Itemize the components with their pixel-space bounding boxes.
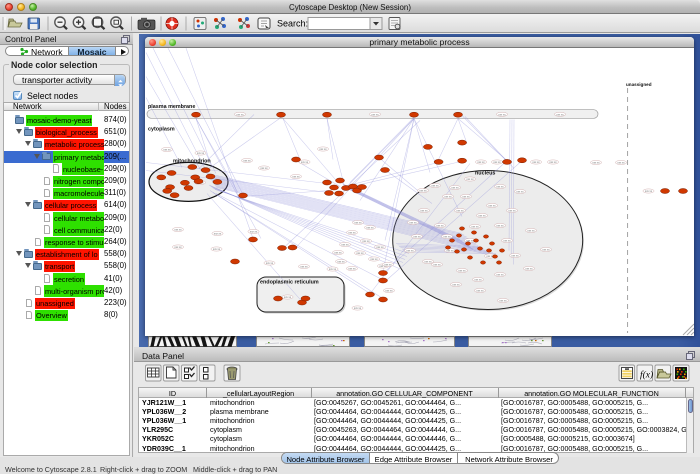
svg-text:xxx xx: xxx xx	[329, 268, 337, 271]
svg-text:xxx xx: xxx xx	[549, 161, 557, 164]
svg-text:xxx xx: xxx xx	[174, 246, 182, 249]
svg-text:xxx xx: xxx xx	[348, 268, 356, 271]
svg-text:xxx xx: xxx xx	[354, 222, 362, 225]
svg-text:xxx xx: xxx xx	[498, 113, 506, 116]
svg-text:xxx xx: xxx xx	[354, 307, 362, 310]
svg-text:xxx xx: xxx xx	[341, 244, 349, 247]
svg-text:xxx xx: xxx xx	[446, 250, 454, 253]
svg-text:xxx xx: xxx xx	[337, 261, 345, 264]
svg-text:xxx xx: xxx xx	[456, 210, 464, 213]
svg-text:xxx xx: xxx xx	[496, 274, 504, 277]
svg-text:xxx xx: xxx xx	[356, 252, 364, 255]
svg-text:xxx xx: xxx xx	[471, 226, 479, 229]
svg-text:xxx xx: xxx xx	[444, 196, 452, 199]
svg-text:xxx xx: xxx xx	[488, 205, 496, 208]
svg-text:xxx xx: xxx xx	[496, 225, 504, 228]
svg-text:plasma membrane: plasma membrane	[148, 104, 195, 110]
svg-text:xxx xx: xxx xx	[433, 264, 441, 267]
svg-text:xxx xx: xxx xx	[525, 268, 533, 271]
svg-text:xxx xx: xxx xx	[511, 255, 519, 258]
svg-text:xxx xx: xxx xx	[366, 227, 374, 230]
svg-text:xxx xx: xxx xx	[384, 264, 392, 267]
svg-text:xxx xx: xxx xx	[474, 279, 482, 282]
svg-text:xxx xx: xxx xx	[477, 161, 485, 164]
svg-text:xxx xx: xxx xx	[197, 152, 205, 155]
svg-text:xxx xx: xxx xx	[406, 250, 414, 253]
svg-text:xxx xx: xxx xx	[284, 296, 292, 299]
svg-text:xxx xx: xxx xx	[499, 300, 507, 303]
svg-text:xxx xx: xxx xx	[420, 210, 428, 213]
svg-text:xxx xx: xxx xx	[371, 113, 379, 116]
svg-text:unassigned: unassigned	[626, 82, 652, 87]
svg-text:xxx xx: xxx xx	[542, 249, 550, 252]
svg-text:mitochondrion: mitochondrion	[173, 159, 211, 165]
svg-text:xxx xx: xxx xx	[516, 191, 524, 194]
svg-text:xxx xx: xxx xx	[250, 231, 258, 234]
svg-text:xxx xx: xxx xx	[385, 290, 393, 293]
svg-text:endoplasmic reticulum: endoplasmic reticulum	[260, 280, 319, 286]
svg-text:xxx xx: xxx xx	[163, 149, 171, 152]
svg-text:xxx xx: xxx xx	[452, 284, 460, 287]
svg-text:xxx xx: xxx xx	[436, 225, 444, 228]
svg-text:xxx xx: xxx xx	[236, 113, 244, 116]
svg-text:xxx xx: xxx xx	[532, 161, 540, 164]
svg-text:xxx xx: xxx xx	[508, 210, 516, 213]
svg-text:xxx xx: xxx xx	[409, 222, 417, 225]
svg-text:xxx xx: xxx xx	[413, 236, 421, 239]
svg-text:xxx xx: xxx xx	[556, 113, 564, 116]
svg-text:xxx xx: xxx xx	[214, 233, 222, 236]
svg-text:xxx xx: xxx xx	[376, 246, 384, 249]
svg-text:xxx xx: xxx xx	[466, 178, 474, 181]
svg-text:xxx xx: xxx xx	[300, 266, 308, 269]
svg-text:xxx xx: xxx xx	[260, 167, 268, 170]
svg-text:xxx xx: xxx xx	[213, 248, 221, 251]
svg-text:xxx xx: xxx xx	[431, 185, 439, 188]
svg-text:xxx xx: xxx xx	[592, 162, 600, 165]
svg-text:f(x): f(x)	[640, 370, 653, 381]
svg-text:xxx xx: xxx xx	[301, 161, 309, 164]
svg-text:xxx xx: xxx xx	[478, 215, 486, 218]
svg-text:Search:: Search:	[277, 19, 308, 29]
svg-text:xxx xx: xxx xx	[319, 148, 327, 151]
svg-text:xxx xx: xxx xx	[645, 190, 653, 193]
svg-text:xxx xx: xxx xx	[458, 270, 466, 273]
svg-text:xxx xx: xxx xx	[348, 232, 356, 235]
svg-text:xxx xx: xxx xx	[493, 161, 501, 164]
svg-text:cytoplasm: cytoplasm	[148, 127, 175, 133]
svg-text:nucleus: nucleus	[475, 171, 495, 177]
svg-text:xxx xx: xxx xx	[451, 187, 459, 190]
svg-text:xxx xx: xxx xx	[243, 160, 251, 163]
svg-text:xxx xx: xxx xx	[462, 196, 470, 199]
svg-text:xxx xx: xxx xx	[174, 229, 182, 232]
svg-text:xxx xx: xxx xx	[617, 162, 625, 165]
svg-text:xxx xx: xxx xx	[266, 262, 274, 265]
svg-text:xxx xx: xxx xx	[419, 190, 427, 193]
svg-text:xxx xx: xxx xx	[527, 230, 535, 233]
svg-text:xxx xx: xxx xx	[292, 176, 300, 179]
svg-text:xxx xx: xxx xx	[476, 290, 484, 293]
svg-text:xxx xx: xxx xx	[443, 236, 451, 239]
svg-text:xxx xx: xxx xx	[362, 240, 370, 243]
svg-text:xxx xx: xxx xx	[424, 261, 432, 264]
svg-text:xxx xx: xxx xx	[503, 240, 511, 243]
svg-text:xxx xx: xxx xx	[370, 258, 378, 261]
svg-text:xxx xx: xxx xx	[496, 186, 504, 189]
svg-text:xxx xx: xxx xx	[334, 252, 342, 255]
